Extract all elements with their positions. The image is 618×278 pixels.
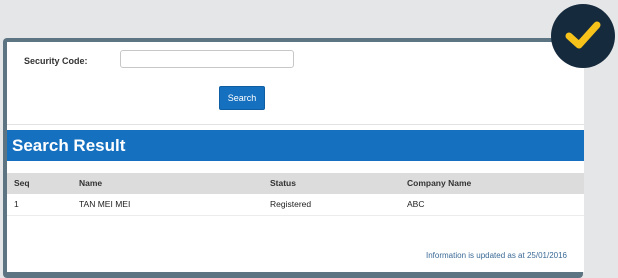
column-header-company-name: Company Name — [407, 178, 472, 188]
search-button[interactable]: Search — [219, 86, 265, 110]
divider — [7, 124, 584, 125]
cell-seq: 1 — [14, 199, 19, 209]
result-title: Search Result — [12, 136, 126, 155]
checkmark-icon — [565, 21, 601, 49]
security-code-input[interactable] — [120, 50, 294, 68]
cell-company-name: ABC — [407, 199, 425, 209]
cell-name: TAN MEI MEI — [79, 199, 131, 209]
verified-badge — [551, 4, 615, 68]
search-panel: Security Code: Search Search Result Seq … — [7, 42, 584, 272]
column-header-name: Name — [79, 178, 103, 188]
column-header-seq: Seq — [14, 178, 30, 188]
table-row: 1 TAN MEI MEI Registered ABC — [7, 194, 584, 216]
update-footnote: Information is updated as at 25/01/2016 — [426, 251, 567, 260]
security-code-label: Security Code: — [24, 56, 88, 66]
cell-status: Registered — [270, 199, 312, 209]
column-header-status: Status — [270, 178, 296, 188]
table-header: Seq Name Status Company Name — [7, 173, 584, 194]
result-header-bar: Search Result — [7, 130, 584, 161]
